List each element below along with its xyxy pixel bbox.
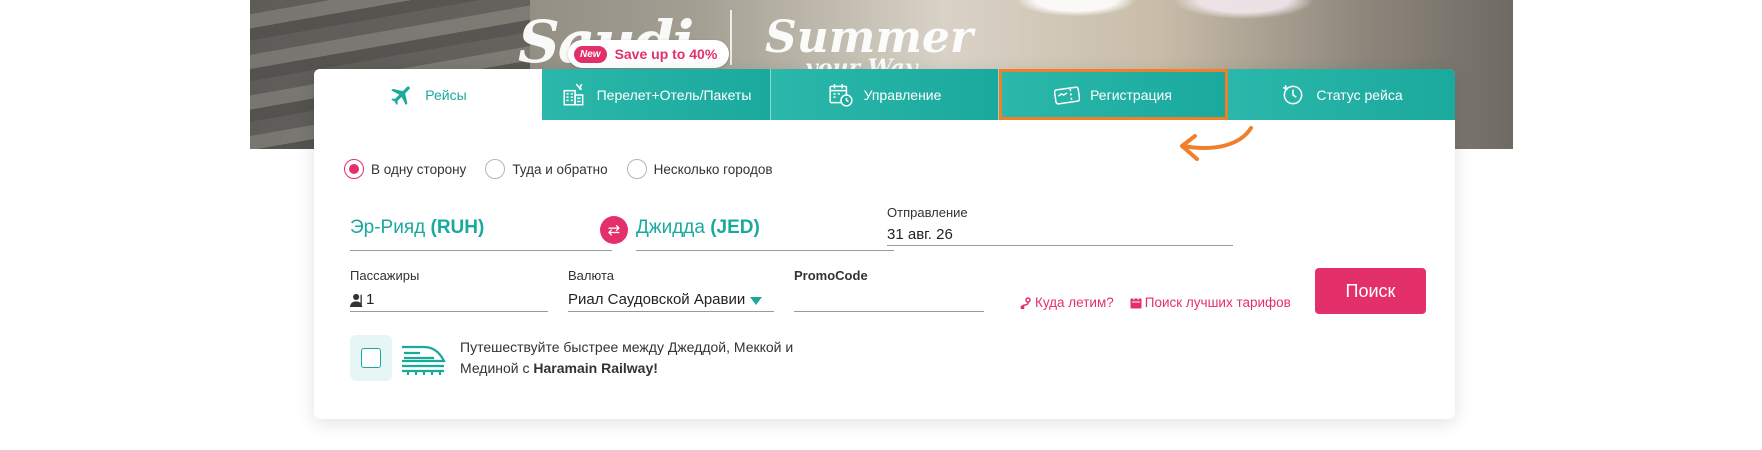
route-pin-icon <box>1020 296 1031 309</box>
calendar-clock-icon <box>828 82 854 108</box>
radio-round-trip-dot[interactable] <box>485 159 506 179</box>
railway-line2-bold: Haramain Railway! <box>533 360 658 376</box>
tab-flight-hotel-label: Перелет+Отель/Пакеты <box>596 86 752 103</box>
hero-people-image <box>950 0 1370 80</box>
tab-flights-label: Рейсы <box>425 86 467 103</box>
search-button[interactable]: Поиск <box>1315 268 1426 314</box>
calendar-icon <box>1130 297 1142 308</box>
destination-city: Джидда <box>636 217 705 238</box>
origin-city: Эр-Рияд <box>350 217 426 238</box>
destination-field[interactable]: Джидда (JED) <box>636 217 894 251</box>
flight-status-clock-icon <box>1280 82 1306 108</box>
tab-manage-label: Управление <box>863 86 942 103</box>
tab-manage[interactable]: Управление <box>771 69 999 120</box>
booking-card: Рейсы Перелет+Отель/Пакеты Управление Ре… <box>314 69 1455 419</box>
tab-check-in[interactable]: Регистрация <box>999 69 1228 120</box>
tab-flights[interactable]: Рейсы <box>314 69 542 120</box>
railway-checkbox[interactable] <box>361 348 381 368</box>
railway-checkbox-wrap[interactable] <box>350 335 392 381</box>
swap-route-button[interactable]: ⇄ <box>600 216 628 244</box>
hotel-building-icon <box>561 82 587 108</box>
page: Saudi Summeryour Way to Arabia New Save … <box>0 0 1762 450</box>
passengers-label: Пассажиры <box>350 268 420 283</box>
radio-multi-city[interactable]: Несколько городов <box>626 159 773 179</box>
promo-new-badge: New <box>574 45 607 63</box>
best-fares-label: Поиск лучших тарифов <box>1144 295 1291 310</box>
origin-code: (RUH) <box>430 217 485 238</box>
hero-divider <box>730 10 732 65</box>
tab-check-in-label: Регистрация <box>1090 86 1172 103</box>
departure-value: 31 авг. 26 <box>887 226 953 243</box>
tab-flight-status[interactable]: Статус рейса <box>1228 69 1455 120</box>
railway-line2-prefix: Мединой с <box>460 360 534 376</box>
currency-label: Валюта <box>568 268 614 283</box>
passengers-value: 1 <box>366 291 375 308</box>
boarding-pass-icon <box>1054 82 1081 108</box>
departure-date-field[interactable]: Отправление 31 авг. 26 <box>887 205 1233 246</box>
person-icon <box>350 293 363 307</box>
best-fares-link[interactable]: Поиск лучших тарифов <box>1130 295 1291 310</box>
radio-multi-city-label: Несколько городов <box>653 161 773 177</box>
where-to-label: Куда летим? <box>1035 295 1114 310</box>
currency-value: Риал Саудовской Аравии <box>568 291 746 308</box>
booking-tabs: Рейсы Перелет+Отель/Пакеты Управление Ре… <box>314 69 1455 120</box>
radio-multi-city-dot[interactable] <box>626 159 647 179</box>
train-icon <box>402 345 446 375</box>
radio-one-way-dot[interactable] <box>344 159 364 179</box>
passengers-field[interactable]: Пассажиры 1 <box>350 268 548 312</box>
railway-text: Путешествуйте быстрее между Джеддой, Мек… <box>460 337 793 379</box>
trip-type-group: В одну сторону Туда и обратно Несколько … <box>344 159 773 179</box>
departure-label: Отправление <box>887 205 968 220</box>
swap-arrows-icon: ⇄ <box>607 222 621 239</box>
radio-one-way-label: В одну сторону <box>371 161 467 177</box>
promo-save-text: Save up to 40% <box>614 46 718 62</box>
tab-flight-status-label: Статус рейса <box>1316 86 1403 103</box>
airplane-icon <box>389 82 415 108</box>
radio-round-trip[interactable]: Туда и обратно <box>485 159 608 179</box>
helper-links: Куда летим? Поиск лучших тарифов <box>1020 295 1291 310</box>
promocode-label: PromoCode <box>794 268 868 283</box>
railway-line1: Путешествуйте быстрее между Джеддой, Мек… <box>460 339 794 355</box>
haramain-railway-option: Путешествуйте быстрее между Джеддой, Мек… <box>350 335 793 381</box>
promocode-field[interactable]: PromoCode <box>794 268 984 312</box>
annotation-arrow-icon <box>1180 126 1253 161</box>
radio-one-way[interactable]: В одну сторону <box>344 159 466 179</box>
radio-round-trip-label: Туда и обратно <box>512 161 608 177</box>
currency-select[interactable]: Валюта Риал Саудовской Аравии <box>568 268 774 312</box>
chevron-down-icon <box>750 297 762 305</box>
where-to-link[interactable]: Куда летим? <box>1020 295 1114 310</box>
promo-pill[interactable]: New Save up to 40% <box>568 40 730 68</box>
destination-code: (JED) <box>710 217 760 238</box>
origin-field[interactable]: Эр-Рияд (RUH) <box>350 217 612 251</box>
tab-flight-hotel[interactable]: Перелет+Отель/Пакеты <box>542 69 771 120</box>
